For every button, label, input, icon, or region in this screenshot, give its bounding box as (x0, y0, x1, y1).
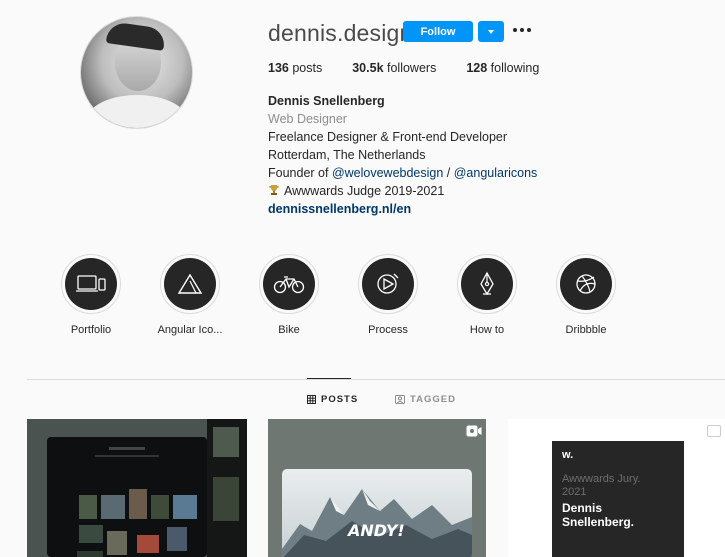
highlight-process[interactable] (358, 254, 418, 314)
highlight-dribbble[interactable] (556, 254, 616, 314)
stat-posts[interactable]: 136 posts (268, 61, 322, 75)
highlight-label-process: Process (368, 324, 408, 336)
video-camera-icon (466, 425, 482, 437)
suggested-dropdown-button[interactable] (478, 21, 504, 42)
more-options-icon[interactable] (513, 23, 531, 37)
tab-posts[interactable]: POSTS (307, 394, 358, 405)
bio-line-1: Freelance Designer & Front-end Developer (268, 130, 508, 144)
post2-screen: ANDY! (282, 469, 472, 557)
post-thumbnail-3[interactable]: w. Awwwards Jury. 2021 Dennis Snellenber… (508, 419, 725, 557)
mention-angularicons[interactable]: @angularicons (454, 166, 538, 180)
stat-followers[interactable]: 30.5k followers (352, 61, 436, 75)
post2-overlay-text: ANDY! (348, 521, 405, 540)
grid-icon (307, 395, 316, 404)
stat-following[interactable]: 128 following (466, 61, 539, 75)
highlight-angular-icons[interactable] (160, 254, 220, 314)
highlight-label-bike: Bike (278, 324, 300, 336)
process-icon (377, 273, 399, 294)
bio-awwwards-line: Awwwards Judge 2019-2021 (268, 182, 537, 200)
post3-card-name2: Snellenberg. (562, 515, 635, 529)
profile-avatar[interactable] (80, 16, 193, 129)
highlight-label-angular-icons: Angular Ico... (157, 324, 223, 336)
post3-card-line2: 2021 (562, 486, 587, 498)
highlight-label-how-to: How to (469, 324, 505, 336)
avatar-shirt (87, 95, 187, 128)
follow-button[interactable]: Follow (403, 21, 473, 42)
carousel-icon (707, 425, 721, 437)
profile-username: dennis.design (268, 20, 413, 46)
post3-card-logo: w. (562, 449, 574, 461)
highlight-portfolio[interactable] (61, 254, 121, 314)
post-thumbnail-2[interactable]: ANDY! (268, 419, 486, 557)
tabs-divider (27, 379, 725, 380)
dribbble-icon (576, 274, 596, 294)
highlight-how-to[interactable] (457, 254, 517, 314)
highlight-label-dribbble: Dribbble (565, 324, 607, 336)
profile-stats: 136 posts 30.5k followers 128 following (268, 61, 569, 75)
highlight-label-portfolio: Portfolio (70, 324, 112, 336)
post3-card: w. Awwwards Jury. 2021 Dennis Snellenber… (552, 441, 684, 557)
post3-card-line1: Awwwards Jury. (562, 473, 641, 485)
post-thumbnail-1[interactable] (27, 419, 247, 557)
profile-bio: Dennis Snellenberg Web Designer Freelanc… (268, 92, 537, 218)
chevron-down-icon (488, 29, 494, 34)
triangle-icon (177, 273, 203, 294)
highlight-bike[interactable] (259, 254, 319, 314)
bicycle-icon (273, 276, 305, 294)
post3-card-name1: Dennis (562, 501, 603, 515)
profile-category: Web Designer (268, 112, 347, 126)
bio-founder-line: Founder of @welovewebdesign / @angularic… (268, 166, 538, 180)
post1-side-panel (207, 419, 247, 557)
devices-icon (76, 275, 106, 292)
profile-full-name: Dennis Snellenberg (268, 94, 385, 108)
profile-website-link[interactable]: dennissnellenberg.nl/en (268, 200, 537, 218)
pen-nib-icon (480, 271, 494, 296)
tab-active-indicator (307, 378, 351, 379)
tagged-icon (395, 395, 405, 404)
bio-line-2: Rotterdam, The Netherlands (268, 148, 426, 162)
avatar-cap (105, 21, 167, 51)
mention-welovewebdesign[interactable]: @welovewebdesign (332, 166, 443, 180)
post1-screen (47, 437, 207, 557)
trophy-icon (269, 185, 279, 195)
tab-tagged[interactable]: TAGGED (395, 394, 456, 405)
